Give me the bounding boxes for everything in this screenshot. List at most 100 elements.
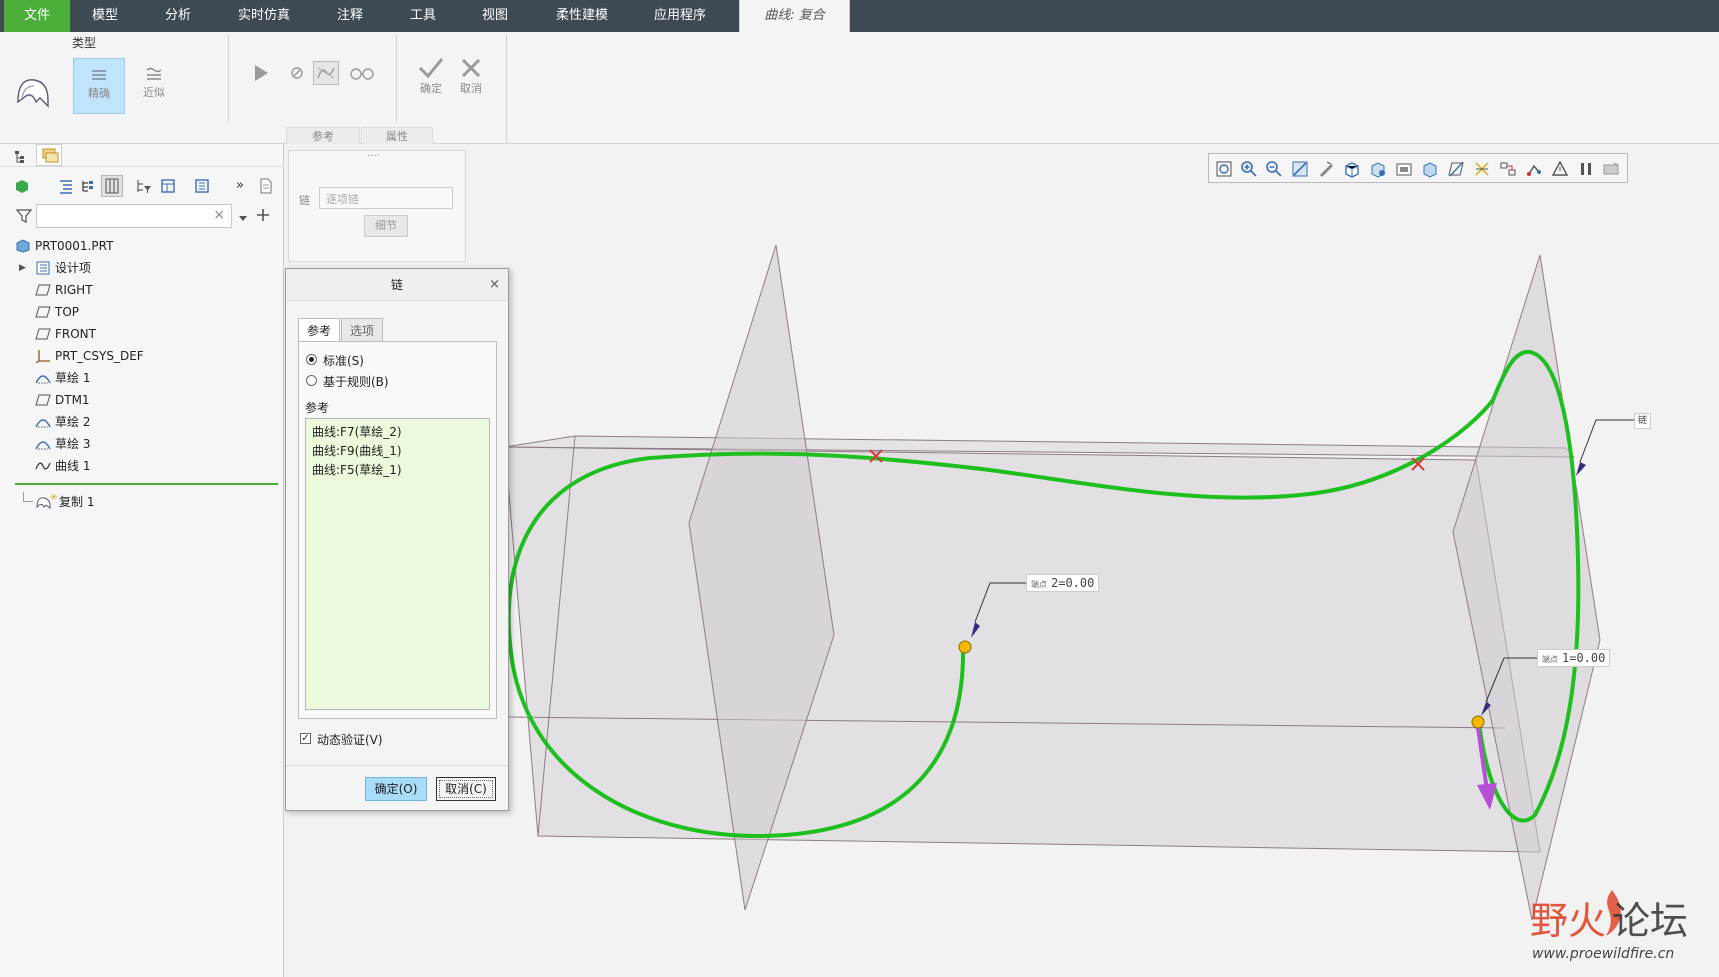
display-style-icon[interactable] xyxy=(1317,160,1335,178)
insert-here-indicator[interactable] xyxy=(15,483,278,485)
subtab-properties[interactable]: 属性 xyxy=(361,127,433,144)
endpoint-2-callout[interactable]: 端点 2=0.00 xyxy=(1026,574,1100,592)
section-icon[interactable] xyxy=(1421,160,1439,178)
tree-columns-icon[interactable] xyxy=(101,175,123,197)
context-tab-composite-curve[interactable]: 曲线: 复合 xyxy=(739,0,850,32)
tree-settings-icon[interactable] xyxy=(160,178,176,194)
add-filter-icon[interactable] xyxy=(256,208,270,222)
more-chevron-icon[interactable]: » xyxy=(236,178,250,194)
list-item[interactable]: 曲线:F9(曲线_1) xyxy=(312,442,402,459)
tree-item-label: 草绘 1 xyxy=(55,371,91,385)
menu-analysis[interactable]: 分析 xyxy=(148,0,208,32)
pause-icon[interactable] xyxy=(1577,160,1595,178)
tree-item-sketch-1[interactable]: 草绘 1 xyxy=(15,368,275,388)
preview-geometry-icon[interactable] xyxy=(313,61,339,85)
tree-item-part[interactable]: PRT0001.PRT xyxy=(15,236,275,256)
show-details-icon[interactable] xyxy=(194,178,210,194)
references-list[interactable]: 曲线:F7(草绘_2) 曲线:F9(曲线_1) 曲线:F5(草绘_1) xyxy=(305,418,490,710)
expand-arrow-icon[interactable]: ▶ xyxy=(19,258,26,278)
close-icon[interactable]: × xyxy=(489,269,500,301)
refit-icon[interactable] xyxy=(1215,160,1233,178)
csys-display-icon[interactable] xyxy=(1525,160,1543,178)
datum-plane-icon xyxy=(35,305,51,319)
list-item[interactable]: 曲线:F7(草绘_2) xyxy=(312,423,402,440)
chain-collector-placeholder: 逐项链 xyxy=(326,193,359,206)
endpoint-1-handle[interactable] xyxy=(1471,715,1485,729)
tree-item-label: DTM1 xyxy=(55,393,90,407)
tree-search-input[interactable]: × xyxy=(36,204,232,228)
tree-item-dtm1[interactable]: DTM1 xyxy=(15,390,275,410)
panel-grip[interactable]: ···· xyxy=(367,151,380,162)
chain-collector-field[interactable]: 逐项链 xyxy=(319,187,453,209)
dialog-cancel-button[interactable]: 取消(C) xyxy=(436,777,496,801)
show-icon[interactable] xyxy=(14,178,30,194)
tree-item-label: 复制 1 xyxy=(59,495,95,509)
point-display-icon[interactable] xyxy=(1499,160,1517,178)
zoom-out-icon[interactable] xyxy=(1265,160,1283,178)
tree-item-sketch-2[interactable]: 草绘 2 xyxy=(15,412,275,432)
dynamic-verify-checkbox[interactable]: ✓ xyxy=(300,733,311,744)
standard-radio-label[interactable]: 标准(S) xyxy=(323,352,364,369)
axis-display-icon[interactable] xyxy=(1473,160,1491,178)
tab-options[interactable]: 选项 xyxy=(341,318,383,342)
menu-annotate[interactable]: 注释 xyxy=(320,0,380,32)
rule-based-radio[interactable] xyxy=(306,375,317,386)
layer-tree-tab-icon[interactable] xyxy=(36,144,62,166)
endpoint-2-handle[interactable] xyxy=(958,640,972,654)
menu-file[interactable]: 文件 xyxy=(4,0,70,32)
dropdown-arrow-icon[interactable] xyxy=(238,212,248,222)
tree-item-front[interactable]: FRONT xyxy=(15,324,275,344)
endpoint-1-callout[interactable]: 端点 1=0.00 xyxy=(1537,649,1611,667)
tree-item-right[interactable]: RIGHT xyxy=(15,280,275,300)
verify-glasses-icon[interactable] xyxy=(348,66,376,80)
annotation-display-icon[interactable] xyxy=(1551,160,1569,178)
repaint-icon[interactable] xyxy=(1291,160,1309,178)
play-icon[interactable] xyxy=(250,62,272,84)
tree-item-design-items[interactable]: ▶ 设计项 xyxy=(15,258,275,278)
menu-live-simulation[interactable]: 实时仿真 xyxy=(228,0,300,32)
references-panel: ···· 链 逐项链 细节 xyxy=(288,150,466,262)
view-manager-icon[interactable] xyxy=(1369,160,1387,178)
filter-funnel-icon[interactable] xyxy=(15,208,33,224)
rule-based-radio-label[interactable]: 基于规则(B) xyxy=(323,373,389,390)
saved-views-icon[interactable] xyxy=(1343,160,1361,178)
tree-item-top[interactable]: TOP xyxy=(15,302,275,322)
list-item[interactable]: 曲线:F5(草绘_1) xyxy=(312,461,402,478)
callout-value: 2=0.00 xyxy=(1051,576,1095,590)
document-icon[interactable] xyxy=(258,178,274,194)
menu-tools[interactable]: 工具 xyxy=(393,0,453,32)
spin-center-icon[interactable] xyxy=(1602,160,1620,178)
dialog-ok-button[interactable]: 确定(O) xyxy=(365,777,427,801)
callout-label: 链 xyxy=(1638,416,1648,426)
details-button[interactable]: 细节 xyxy=(364,215,408,237)
exact-button[interactable]: 精确 xyxy=(73,58,125,114)
divider xyxy=(0,166,284,167)
zoom-in-icon[interactable] xyxy=(1240,160,1258,178)
tree-item-copy-1[interactable]: ✳ 复制 1 xyxy=(15,492,275,512)
subtab-references[interactable]: 参考 xyxy=(286,127,360,144)
cancel-button[interactable]: 取消 xyxy=(454,56,488,100)
standard-radio[interactable] xyxy=(306,354,317,365)
tree-expand-icon[interactable] xyxy=(80,178,96,194)
tree-item-csys[interactable]: PRT_CSYS_DEF xyxy=(15,346,275,366)
tab-references[interactable]: 参考 xyxy=(298,318,340,342)
menu-flexible-modeling[interactable]: 柔性建模 xyxy=(548,0,616,32)
tree-list-icon[interactable] xyxy=(58,178,74,194)
tree-item-sketch-3[interactable]: 草绘 3 xyxy=(15,434,275,454)
clear-search-icon[interactable]: × xyxy=(213,207,225,223)
tree-filter-icon[interactable] xyxy=(136,178,152,194)
approximate-button[interactable]: 近似 xyxy=(128,58,180,114)
ok-button[interactable]: 确定 xyxy=(414,56,448,100)
plane-display-icon[interactable] xyxy=(1447,160,1465,178)
pause-preview-icon[interactable] xyxy=(290,66,304,80)
ribbon-separator xyxy=(506,34,507,144)
tree-item-curve-1[interactable]: 曲线 1 xyxy=(15,456,275,476)
dynamic-verify-label[interactable]: 动态验证(V) xyxy=(317,731,383,748)
menu-applications[interactable]: 应用程序 xyxy=(645,0,715,32)
menu-model[interactable]: 模型 xyxy=(75,0,135,32)
chain-callout-tag[interactable]: 链 xyxy=(1634,413,1652,429)
dialog-title[interactable]: 链 xyxy=(286,269,508,301)
perspective-icon[interactable] xyxy=(1395,160,1413,178)
menu-view[interactable]: 视图 xyxy=(465,0,525,32)
model-tree-tab-icon[interactable] xyxy=(14,150,28,164)
